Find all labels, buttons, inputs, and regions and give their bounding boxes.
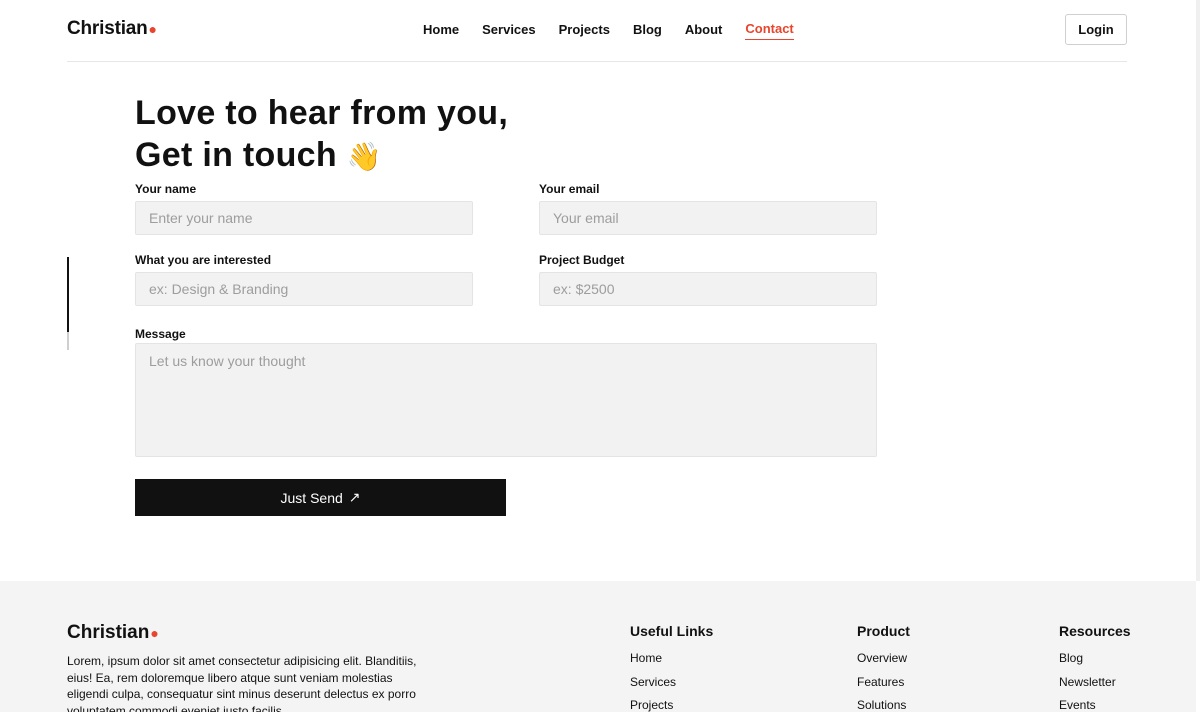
login-button[interactable]: Login — [1065, 14, 1127, 45]
footer-brand-logo[interactable]: Christian● — [67, 622, 159, 644]
footer-link-events[interactable]: Events — [1059, 694, 1131, 712]
nav-about[interactable]: About — [685, 20, 723, 40]
footer-column-title: Useful Links — [630, 623, 714, 639]
footer-link-overview[interactable]: Overview — [857, 647, 910, 671]
budget-input[interactable] — [539, 272, 877, 306]
footer-description: Lorem, ipsum dolor sit amet consectetur … — [67, 654, 417, 712]
page-title-line1: Love to hear from you, — [135, 94, 509, 132]
footer-link-home[interactable]: Home — [630, 647, 713, 671]
nav-contact[interactable]: Contact — [745, 20, 794, 40]
footer-column-title: Product — [857, 623, 910, 639]
email-input[interactable] — [539, 201, 877, 235]
footer-column-useful-links: Useful Links Home Services Projects — [630, 623, 713, 712]
arrow-up-right-icon: ↗ — [348, 489, 361, 505]
side-progress-indicator — [67, 257, 69, 332]
message-label: Message — [135, 327, 186, 341]
nav-services[interactable]: Services — [482, 20, 536, 40]
side-progress-track — [67, 332, 69, 350]
footer-brand-name: Christian — [67, 622, 150, 643]
page-title-line2: Get in touch — [135, 136, 337, 174]
footer-column-product: Product Overview Features Solutions — [857, 623, 910, 712]
send-button-label: Just Send — [280, 489, 343, 506]
page-title: Love to hear from you, Get in touch 👋 — [135, 92, 508, 178]
footer-link-services[interactable]: Services — [630, 671, 713, 695]
footer-link-newsletter[interactable]: Newsletter — [1059, 671, 1131, 695]
footer-link-solutions[interactable]: Solutions — [857, 694, 910, 712]
brand-name: Christian — [67, 18, 148, 39]
brand-dot-icon: ● — [148, 21, 157, 37]
nav-blog[interactable]: Blog — [633, 20, 662, 40]
name-label: Your name — [135, 182, 197, 196]
site-footer: Christian● Lorem, ipsum dolor sit amet c… — [0, 581, 1196, 712]
footer-brand-dot-icon: ● — [150, 625, 159, 641]
email-label: Your email — [539, 182, 600, 196]
footer-link-blog[interactable]: Blog — [1059, 647, 1131, 671]
footer-column-resources: Resources Blog Newsletter Events — [1059, 623, 1131, 712]
brand-logo[interactable]: Christian● — [67, 18, 157, 40]
footer-link-features[interactable]: Features — [857, 671, 910, 695]
message-textarea[interactable] — [135, 343, 877, 457]
footer-link-projects[interactable]: Projects — [630, 694, 713, 712]
interest-label: What you are interested — [135, 253, 272, 267]
interest-input[interactable] — [135, 272, 473, 306]
send-button[interactable]: Just Send ↗ — [135, 479, 506, 516]
waving-hand-icon: 👋 — [346, 140, 382, 173]
budget-label: Project Budget — [539, 253, 625, 267]
name-input[interactable] — [135, 201, 473, 235]
footer-column-title: Resources — [1059, 623, 1131, 639]
page-scrollbar[interactable] — [1196, 0, 1200, 581]
nav-projects[interactable]: Projects — [559, 20, 610, 40]
main-nav: Home Services Projects Blog About Contac… — [423, 20, 817, 40]
nav-home[interactable]: Home — [423, 20, 459, 40]
site-header: Christian● Home Services Projects Blog A… — [67, 0, 1127, 62]
